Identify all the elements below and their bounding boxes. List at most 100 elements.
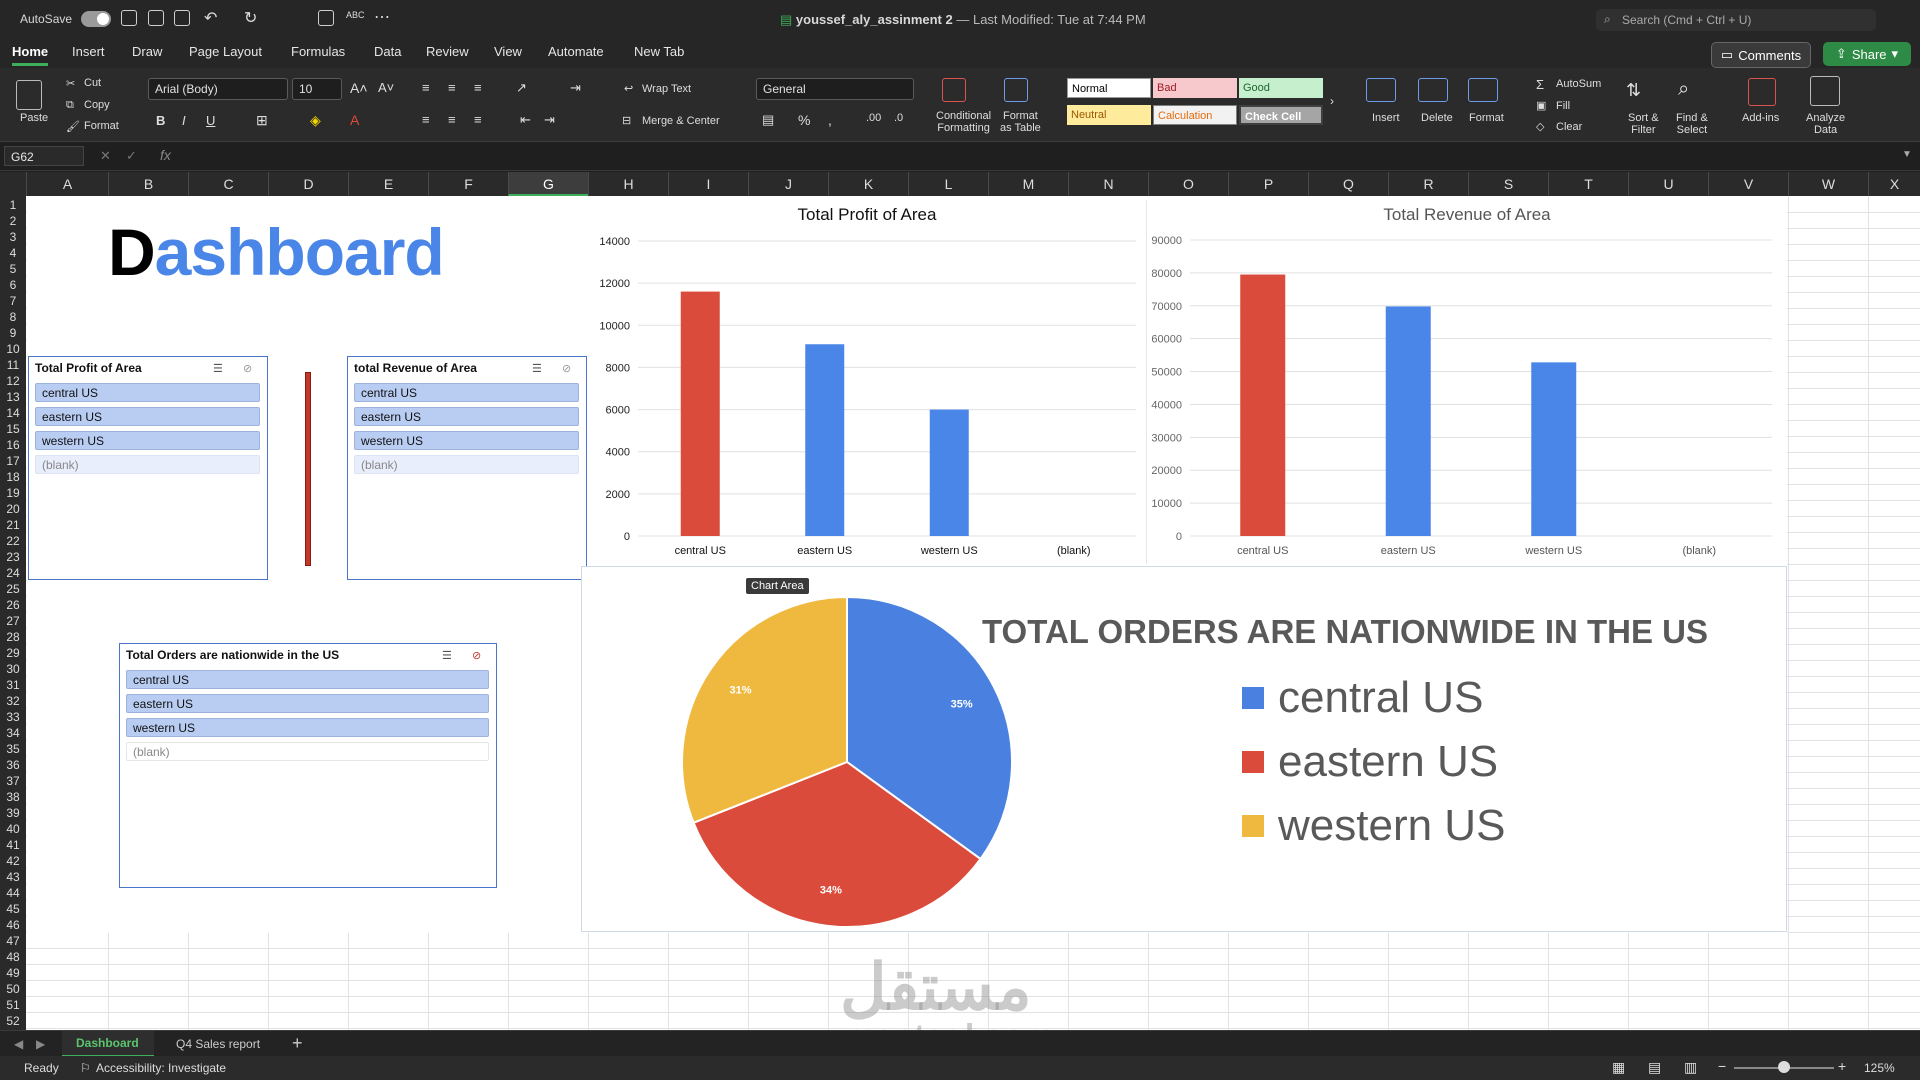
underline-icon[interactable]: U: [206, 113, 215, 128]
cut-button[interactable]: Cut: [84, 77, 101, 89]
increase-indent-icon[interactable]: ⇥: [544, 112, 555, 128]
column-header-p[interactable]: P: [1228, 172, 1308, 196]
format-painter-icon[interactable]: 🖌: [66, 120, 80, 133]
copy-button[interactable]: Copy: [84, 99, 110, 111]
spelling-icon[interactable]: ABC: [346, 10, 365, 20]
style-neutral[interactable]: Neutral: [1067, 105, 1151, 125]
decrease-font-icon[interactable]: A˅: [378, 80, 394, 95]
font-select[interactable]: Arial (Body): [148, 78, 288, 100]
row-header[interactable]: 27: [0, 613, 26, 629]
autosum-icon[interactable]: Σ: [1536, 77, 1544, 92]
row-header[interactable]: 2: [0, 213, 26, 229]
row-header[interactable]: 9: [0, 325, 26, 341]
sheet-tab-dashboard[interactable]: Dashboard: [62, 1031, 154, 1057]
row-header[interactable]: 50: [0, 981, 26, 997]
slicer-item[interactable]: eastern US: [35, 407, 260, 426]
scroll-right-icon[interactable]: ▶: [36, 1037, 45, 1051]
paste-icon[interactable]: [16, 80, 42, 110]
row-header[interactable]: 44: [0, 885, 26, 901]
fill-icon[interactable]: ▣: [1536, 99, 1546, 112]
autosum-button[interactable]: AutoSum: [1556, 78, 1601, 90]
add-ins-icon[interactable]: [1748, 78, 1776, 106]
row-header[interactable]: 11: [0, 357, 26, 373]
row-header[interactable]: 17: [0, 453, 26, 469]
column-header-n[interactable]: N: [1068, 172, 1148, 196]
clear-filter-icon[interactable]: ⊘: [562, 362, 576, 375]
sort-filter-icon[interactable]: ⇅: [1626, 80, 1641, 101]
expand-formula-icon[interactable]: ▼: [1902, 149, 1912, 160]
column-header-m[interactable]: M: [988, 172, 1068, 196]
row-header[interactable]: 33: [0, 709, 26, 725]
tab-automate[interactable]: Automate: [548, 44, 604, 59]
increase-font-icon[interactable]: A˄: [350, 80, 368, 96]
column-header-s[interactable]: S: [1468, 172, 1548, 196]
column-header-b[interactable]: B: [108, 172, 188, 196]
column-header-r[interactable]: R: [1388, 172, 1468, 196]
analyze-data-icon[interactable]: [1810, 76, 1840, 106]
delete-cells-button[interactable]: Delete: [1421, 112, 1453, 124]
home-icon[interactable]: [121, 10, 137, 26]
print-icon[interactable]: [318, 10, 334, 26]
slicer-item[interactable]: eastern US: [354, 407, 579, 426]
paste-label[interactable]: Paste: [20, 112, 48, 124]
merge-icon[interactable]: ⊟: [622, 114, 631, 127]
row-header[interactable]: 40: [0, 821, 26, 837]
fill-color-icon[interactable]: ◈: [310, 112, 321, 129]
page-layout-view-icon[interactable]: ▤: [1648, 1059, 1661, 1076]
row-header[interactable]: 20: [0, 501, 26, 517]
increase-decimal-icon[interactable]: .00: [866, 112, 881, 124]
tab-review[interactable]: Review: [426, 44, 469, 59]
normal-view-icon[interactable]: ▦: [1612, 1059, 1625, 1076]
tab-data[interactable]: Data: [374, 44, 401, 59]
align-right-icon[interactable]: ≡: [474, 112, 482, 127]
column-header-g[interactable]: G: [508, 172, 588, 196]
cancel-icon[interactable]: ✕: [100, 148, 111, 164]
format-as-table-icon[interactable]: [1004, 78, 1028, 102]
orientation-icon[interactable]: ↗: [516, 80, 527, 96]
row-header[interactable]: 39: [0, 805, 26, 821]
slicer-item[interactable]: western US: [126, 718, 489, 737]
row-header[interactable]: 18: [0, 469, 26, 485]
borders-icon[interactable]: ⊞: [256, 112, 268, 129]
multi-select-icon[interactable]: ☰: [442, 649, 456, 662]
slicer-item[interactable]: eastern US: [126, 694, 489, 713]
divider-shape[interactable]: [305, 372, 311, 566]
share-button[interactable]: ⇪ Share ▾: [1823, 42, 1911, 66]
tab-formulas[interactable]: Formulas: [291, 44, 345, 59]
row-header[interactable]: 46: [0, 917, 26, 933]
column-header-l[interactable]: L: [908, 172, 988, 196]
row-header[interactable]: 21: [0, 517, 26, 533]
row-header[interactable]: 13: [0, 389, 26, 405]
row-header[interactable]: 5: [0, 261, 26, 277]
style-check-cell[interactable]: Check Cell: [1239, 105, 1323, 125]
row-header[interactable]: 12: [0, 373, 26, 389]
row-header[interactable]: 37: [0, 773, 26, 789]
row-header[interactable]: 8: [0, 309, 26, 325]
sheet-tab-q4-sales-report[interactable]: Q4 Sales report: [176, 1037, 260, 1051]
row-header[interactable]: 51: [0, 997, 26, 1013]
currency-icon[interactable]: ▤: [762, 112, 774, 128]
slicer-revenue[interactable]: total Revenue of Area ☰ ⊘ central US eas…: [347, 356, 587, 580]
accessibility-status[interactable]: Accessibility: Investigate: [96, 1061, 226, 1075]
tab-page-layout[interactable]: Page Layout: [189, 44, 262, 59]
formula-input[interactable]: [182, 146, 1902, 166]
align-center-icon[interactable]: ≡: [448, 112, 456, 127]
zoom-level[interactable]: 125%: [1864, 1061, 1895, 1075]
zoom-slider-thumb[interactable]: [1778, 1061, 1790, 1073]
font-color-icon[interactable]: A: [350, 112, 359, 128]
format-cells-button[interactable]: Format: [1469, 112, 1504, 124]
wrap-text-icon[interactable]: ↩: [624, 82, 633, 95]
add-ins-button[interactable]: Add-ins: [1742, 112, 1779, 124]
row-header[interactable]: 36: [0, 757, 26, 773]
row-header[interactable]: 23: [0, 549, 26, 565]
row-header[interactable]: 22: [0, 533, 26, 549]
style-good[interactable]: Good: [1239, 78, 1323, 98]
accessibility-icon[interactable]: ⚐: [80, 1061, 91, 1075]
column-header-f[interactable]: F: [428, 172, 508, 196]
slicer-item[interactable]: (blank): [126, 742, 489, 761]
find-select-button[interactable]: Find & Select: [1676, 112, 1708, 136]
row-header[interactable]: 15: [0, 421, 26, 437]
styles-more-icon[interactable]: ›: [1330, 94, 1334, 108]
decrease-indent-icon[interactable]: ⇤: [520, 112, 531, 128]
fill-button[interactable]: Fill: [1556, 100, 1570, 112]
